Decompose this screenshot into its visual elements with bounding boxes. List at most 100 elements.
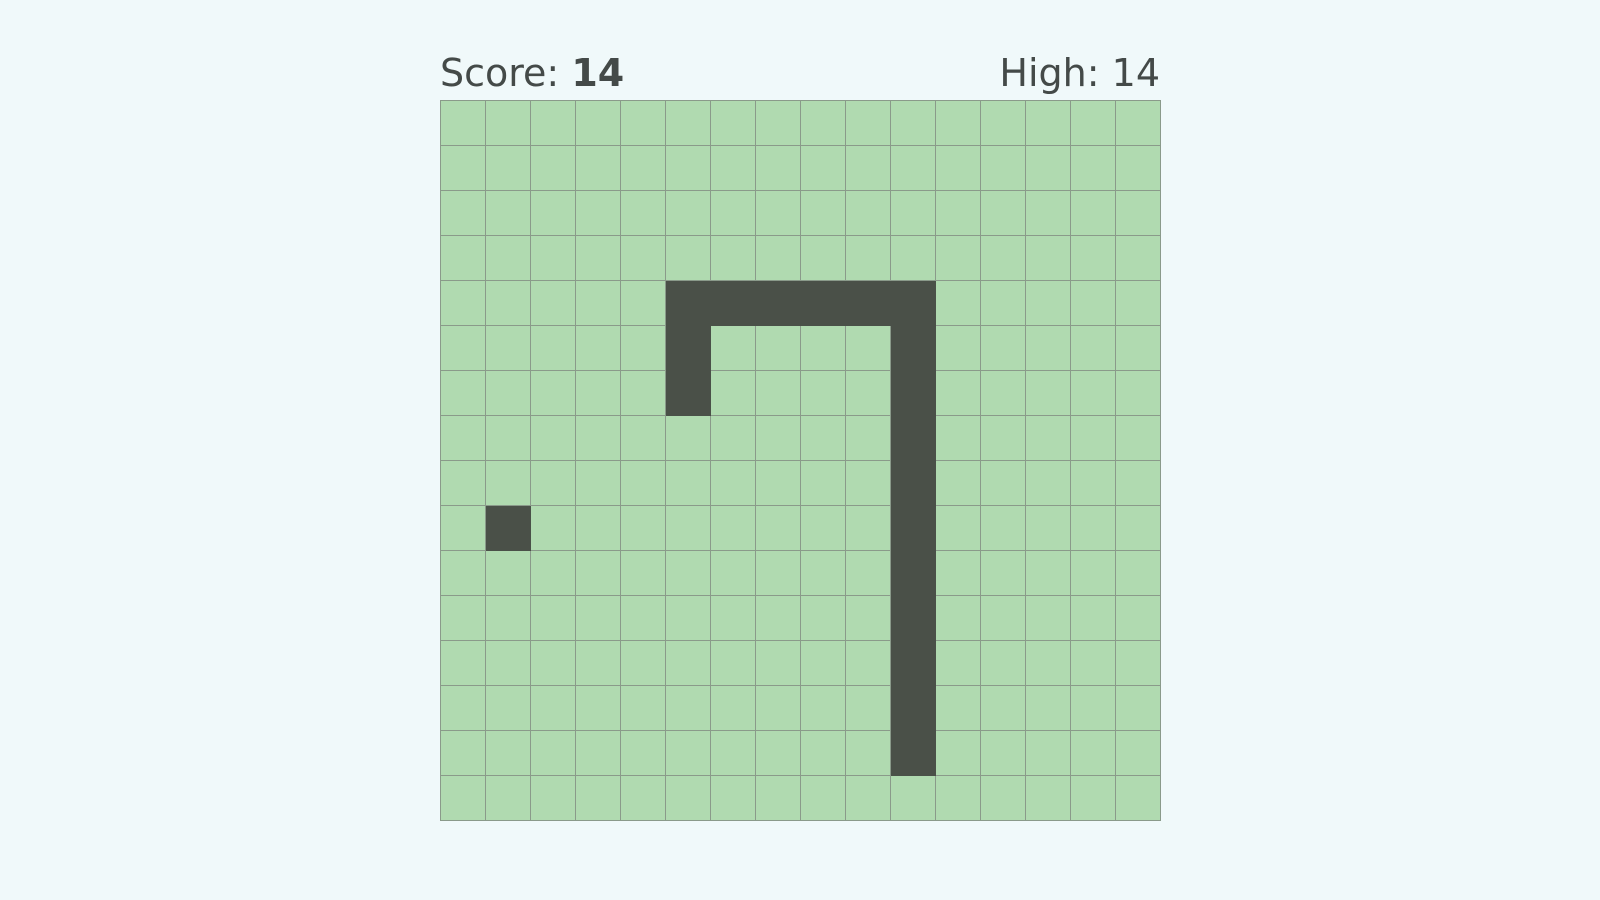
- board-cell: [1071, 101, 1116, 146]
- board-cell: [531, 326, 576, 371]
- board-cell: [936, 146, 981, 191]
- board-cell: [441, 506, 486, 551]
- board-cell: [666, 506, 711, 551]
- board-cell: [981, 551, 1026, 596]
- board-cell: [531, 596, 576, 641]
- board-cell: [981, 326, 1026, 371]
- board-cell: [711, 416, 756, 461]
- score-bar: Score: 14 High: 14: [440, 46, 1160, 100]
- snake-segment: [756, 281, 801, 326]
- board-cell: [981, 596, 1026, 641]
- board-cell: [936, 236, 981, 281]
- snake-head: [666, 371, 711, 416]
- board-cell: [936, 191, 981, 236]
- board-cell: [846, 731, 891, 776]
- board-cell: [1071, 371, 1116, 416]
- board-cell: [801, 596, 846, 641]
- board-cell: [1026, 371, 1071, 416]
- board-cell: [486, 461, 531, 506]
- board-cell: [621, 551, 666, 596]
- board-cell: [756, 146, 801, 191]
- board-cell: [666, 686, 711, 731]
- board-cell: [711, 236, 756, 281]
- board-cell: [576, 101, 621, 146]
- board-cell: [531, 686, 576, 731]
- board-cell: [441, 326, 486, 371]
- board-cell: [1116, 191, 1161, 236]
- board-cell: [1116, 776, 1161, 821]
- board-cell: [711, 596, 756, 641]
- board-cell: [576, 596, 621, 641]
- board-cell: [846, 596, 891, 641]
- board-cell: [621, 146, 666, 191]
- board-cell: [441, 461, 486, 506]
- board-cell: [486, 371, 531, 416]
- board-cell: [756, 551, 801, 596]
- board-cell: [441, 641, 486, 686]
- board-cell: [756, 101, 801, 146]
- board-cell: [531, 506, 576, 551]
- board-cell: [936, 641, 981, 686]
- board-cell: [531, 416, 576, 461]
- board-cell: [801, 326, 846, 371]
- high-score-value: 14: [1111, 51, 1160, 95]
- board-cell: [666, 416, 711, 461]
- board-cell: [801, 461, 846, 506]
- board-cell: [576, 776, 621, 821]
- board-cell: [981, 146, 1026, 191]
- board-cell: [666, 461, 711, 506]
- board-cell: [1026, 146, 1071, 191]
- board-cell: [1071, 551, 1116, 596]
- board-cell: [756, 686, 801, 731]
- board-cell: [576, 416, 621, 461]
- snake-segment: [801, 281, 846, 326]
- board-cell: [801, 191, 846, 236]
- board-cell: [666, 551, 711, 596]
- board-cell: [1026, 101, 1071, 146]
- board-cell: [621, 776, 666, 821]
- board-cell: [711, 641, 756, 686]
- board-cell: [1116, 326, 1161, 371]
- board-cell: [441, 596, 486, 641]
- game-container: Score: 14 High: 14: [440, 46, 1161, 821]
- board-cell: [666, 641, 711, 686]
- board-cell: [576, 191, 621, 236]
- board-cell: [1071, 596, 1116, 641]
- board-cell: [621, 506, 666, 551]
- board-cell: [1071, 236, 1116, 281]
- board-cell: [981, 731, 1026, 776]
- board-cell: [981, 236, 1026, 281]
- board-cell: [891, 236, 936, 281]
- score-value: 14: [571, 51, 625, 95]
- board-cell: [981, 506, 1026, 551]
- board-cell: [1071, 686, 1116, 731]
- board-cell: [486, 191, 531, 236]
- board-cell: [1071, 416, 1116, 461]
- board-cell: [621, 101, 666, 146]
- board-cell: [936, 281, 981, 326]
- board-cell: [846, 416, 891, 461]
- high-score-display: High: 14: [999, 46, 1160, 100]
- snake-segment: [891, 371, 936, 416]
- board-cell: [936, 101, 981, 146]
- board-cell: [756, 596, 801, 641]
- snake-segment: [891, 326, 936, 371]
- game-board[interactable]: [440, 100, 1161, 821]
- board-cell: [936, 731, 981, 776]
- board-cell: [891, 191, 936, 236]
- board-cell: [576, 236, 621, 281]
- high-score-label: High:: [999, 51, 1100, 95]
- board-cell: [846, 641, 891, 686]
- snake-segment: [711, 281, 756, 326]
- board-cell: [801, 641, 846, 686]
- board-cell: [1071, 461, 1116, 506]
- board-cell: [801, 731, 846, 776]
- snake-segment: [891, 281, 936, 326]
- board-cell: [756, 191, 801, 236]
- board-cell: [531, 191, 576, 236]
- board-cell: [711, 191, 756, 236]
- board-cell: [756, 731, 801, 776]
- board-cell: [441, 101, 486, 146]
- board-cell: [711, 146, 756, 191]
- board-cell: [1116, 101, 1161, 146]
